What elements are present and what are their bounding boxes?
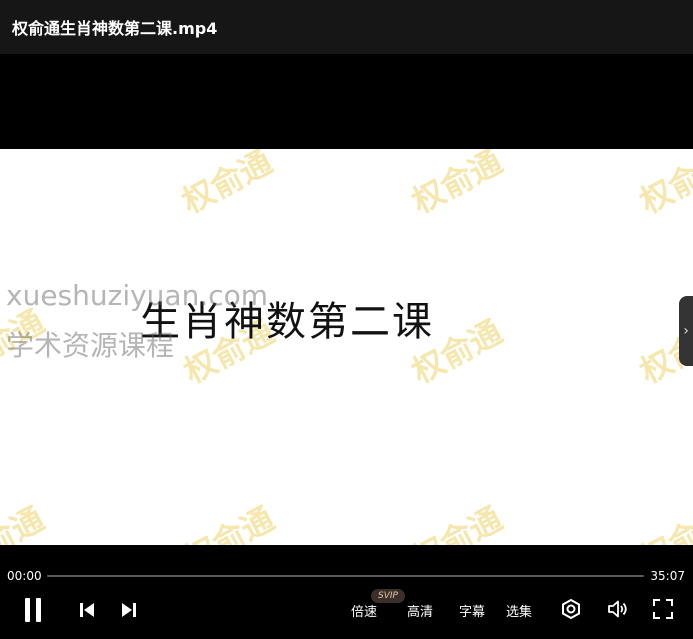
fullscreen-button[interactable] (652, 598, 674, 620)
svip-badge: SVIP (371, 589, 405, 603)
overlay-name-text: 学术资源课程 (6, 329, 175, 362)
overlay-site-text: xueshuziyuan.com (6, 279, 269, 312)
title-bar: 权俞通生肖神数第二课.mp4 (0, 0, 693, 54)
watermark: 权俞通 (177, 499, 281, 545)
window-title: 权俞通生肖神数第二课.mp4 (12, 19, 218, 38)
current-time: 00:00 (7, 569, 42, 583)
quality-button[interactable]: 高清 (407, 601, 433, 620)
volume-button[interactable] (607, 598, 629, 620)
watermark: 权俞通 (633, 499, 693, 545)
previous-button[interactable] (79, 602, 95, 618)
watermark: 权俞通 (633, 149, 693, 222)
settings-icon (562, 598, 580, 620)
volume-icon (608, 600, 627, 618)
progress-bar[interactable] (47, 575, 644, 577)
pause-button[interactable] (24, 598, 42, 622)
speed-button[interactable]: 倍速 (351, 601, 377, 620)
fullscreen-icon (653, 599, 673, 619)
watermark: 权俞通 (405, 149, 509, 222)
video-player[interactable]: 权俞通 权俞通 权俞通 权俞通 权俞通 权俞通 权俞通 权俞通 权俞通 权俞通 … (0, 54, 693, 545)
watermark: 权俞通 (175, 149, 279, 222)
chevron-right-icon: › (683, 323, 689, 339)
previous-icon (80, 603, 94, 617)
player-controls: 00:00 35:07 倍速 SVIP 高清 字幕 选集 (0, 545, 693, 639)
side-panel-toggle[interactable]: › (679, 296, 693, 366)
watermark: 权俞通 (0, 499, 51, 545)
watermark: 权俞通 (405, 499, 509, 545)
subtitle-button[interactable]: 字幕 (459, 601, 485, 620)
next-button[interactable] (121, 602, 137, 618)
duration: 35:07 (650, 569, 685, 583)
video-frame: 权俞通 权俞通 权俞通 权俞通 权俞通 权俞通 权俞通 权俞通 权俞通 权俞通 … (0, 149, 693, 545)
episodes-button[interactable]: 选集 (506, 601, 532, 620)
settings-button[interactable] (560, 598, 582, 620)
next-icon (122, 603, 136, 617)
